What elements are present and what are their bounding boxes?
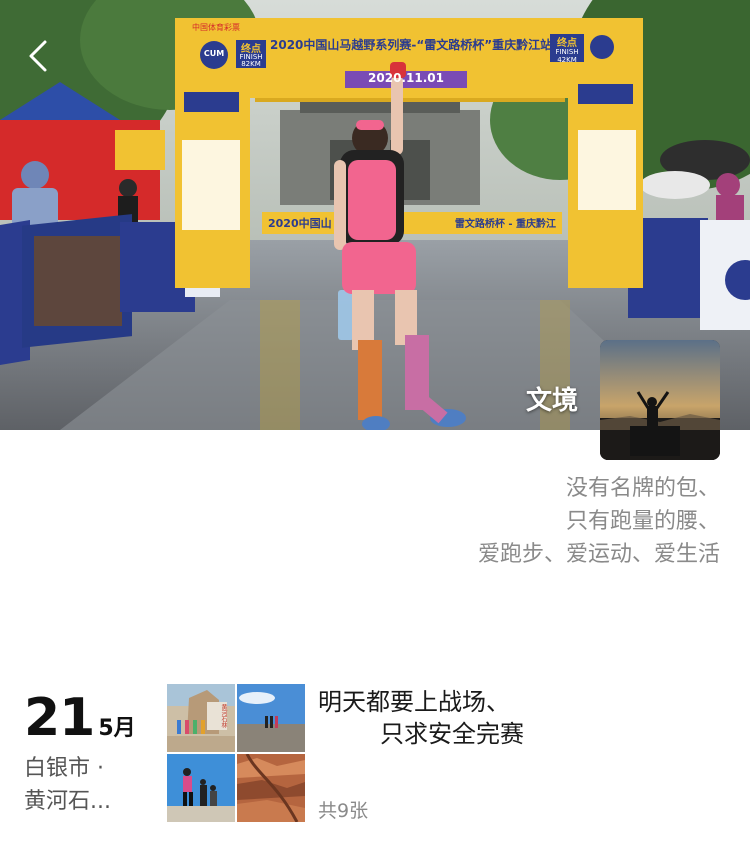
signature-line: 没有名牌的包、 [565,476,720,501]
sponsor-top: 中国体育彩票 [192,23,240,32]
avatar-image [600,340,720,460]
chevron-left-icon [29,40,47,72]
profile-signature: 没有名牌的包、 只有跑量的腰、 爱跑步、爱运动、爱生活 [320,472,720,571]
course-banner-left: 2020中国山 [268,217,332,230]
course-banner-right: 雷文路桥杯 - 重庆黔江 [454,219,556,230]
post-text-line: 只求安全完赛 [380,720,524,748]
finish-km-right: 42KM [557,56,577,64]
location-line: 白银市 · [24,756,104,781]
arch-date: 2020.11.01 [368,71,444,85]
post-date: 21 5月 [24,688,136,748]
signature-line: 只有跑量的腰、 [565,509,720,534]
user-nickname[interactable]: 文境 [526,380,578,417]
finish-sub-right: FINISH [555,48,579,56]
photo-thumbnail[interactable] [237,684,305,752]
back-button[interactable] [18,36,58,76]
post-day: 21 [24,688,95,748]
location-line: 黄河石... [24,789,111,814]
finish-label-right: 终点 [557,38,577,49]
post-photo-grid[interactable]: 黄河石林 [167,684,305,822]
post-month: 5月 [98,716,136,741]
signature-line: 爱跑步、爱运动、爱生活 [477,542,720,567]
brand-logo: CUM [203,49,225,58]
post-text-line: 明天都要上战场、 [318,688,510,716]
avatar[interactable] [600,340,720,460]
photo-thumbnail[interactable] [237,754,305,822]
photo-thumbnail[interactable]: 黄河石林 [167,684,235,752]
post-location[interactable]: 白银市 · 黄河石... [24,752,144,818]
post-text[interactable]: 明天都要上战场、 只求安全完赛 [318,686,718,750]
thumb-caption: 黄河石林 [220,704,227,728]
arch-title: 2020中国山马越野系列赛-“雷文路桥杯”重庆黔江站 [270,38,553,52]
photo-thumbnail[interactable] [167,754,235,822]
photo-count: 共9张 [318,800,369,822]
finish-km-left: 82KM [241,60,261,68]
